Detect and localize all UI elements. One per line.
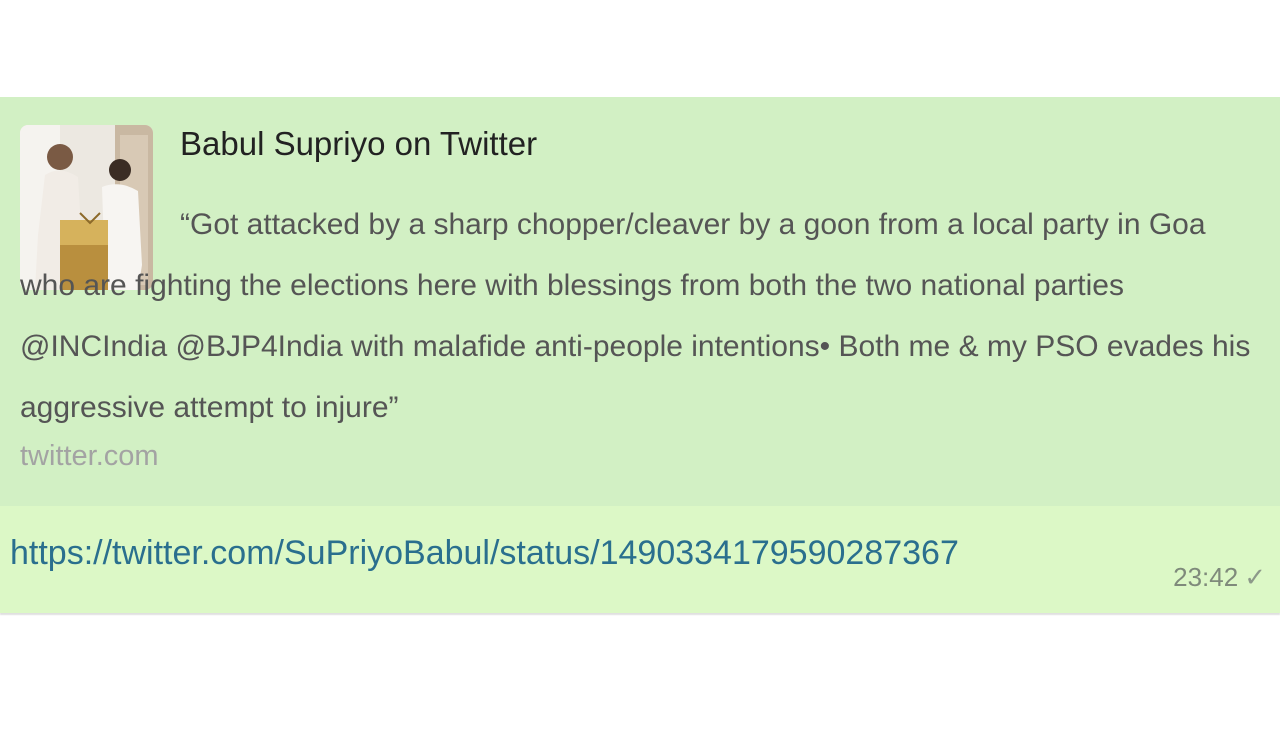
preview-description: “Got attacked by a sharp chopper/cleaver… xyxy=(20,208,1251,424)
message-link[interactable]: https://twitter.com/SuPriyoBabul/status/… xyxy=(10,534,959,573)
message-meta: 23:42 ✓ xyxy=(1173,562,1266,593)
preview-domain: twitter.com xyxy=(20,440,159,472)
preview-title[interactable]: Babul Supriyo on Twitter xyxy=(180,125,537,163)
link-preview[interactable]: Babul Supriyo on Twitter “Got attacked b… xyxy=(0,97,1280,506)
single-check-icon: ✓ xyxy=(1244,562,1266,592)
message-bubble[interactable]: Babul Supriyo on Twitter “Got attacked b… xyxy=(0,97,1280,613)
message-time: 23:42 xyxy=(1173,562,1239,592)
